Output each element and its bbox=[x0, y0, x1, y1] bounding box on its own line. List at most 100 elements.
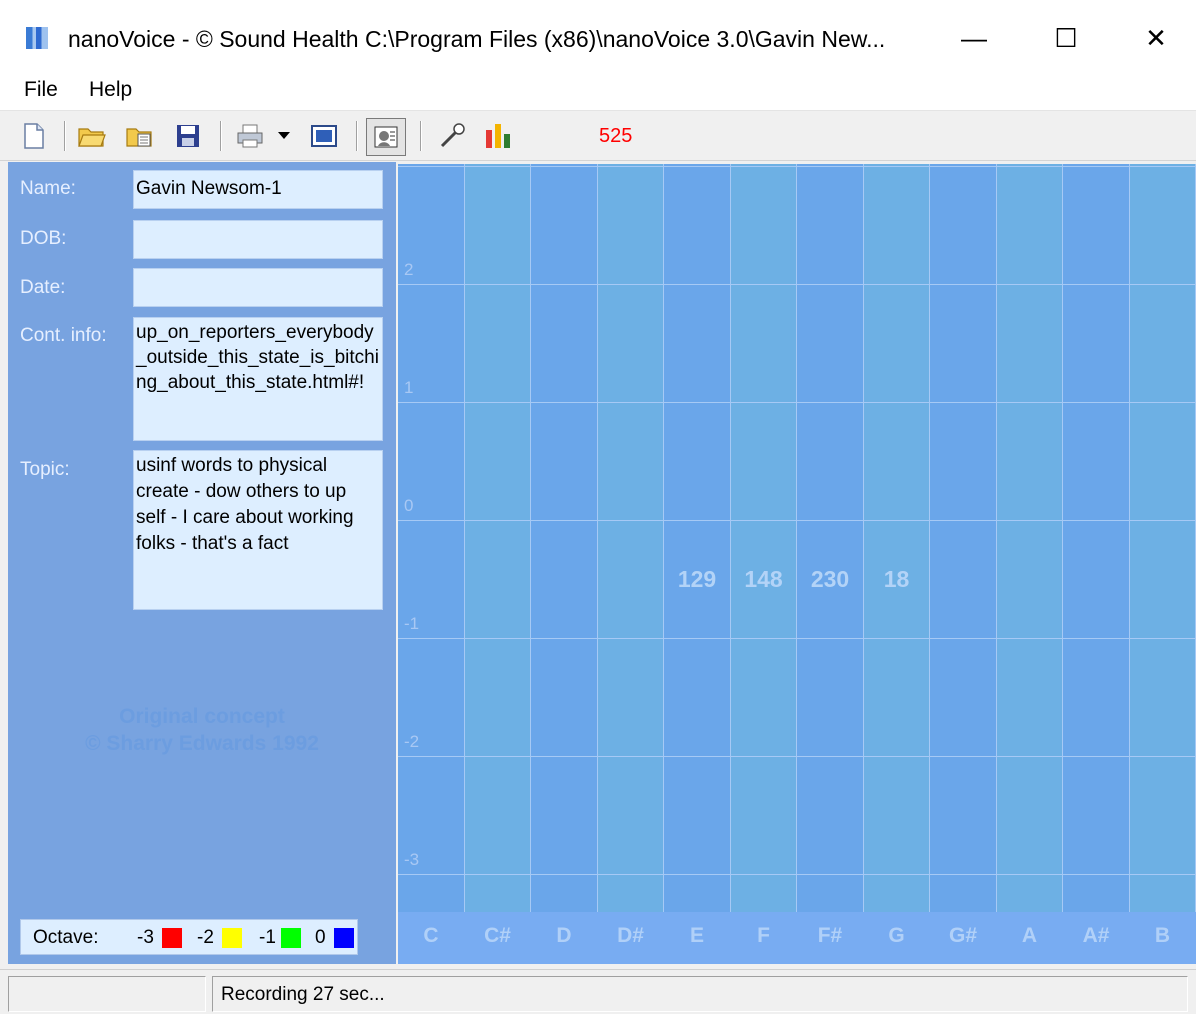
octave-value: -3 bbox=[137, 927, 154, 949]
grid-vline bbox=[597, 164, 598, 912]
patient-info-panel: Name: Gavin Newsom-1 DOB: Date: Cont. in… bbox=[8, 162, 396, 964]
grid-vline bbox=[1129, 164, 1130, 912]
grid-vline bbox=[996, 164, 997, 912]
note-value-label: 18 bbox=[864, 566, 930, 593]
y-axis-label: -2 bbox=[404, 732, 419, 752]
grid-hline bbox=[398, 874, 1196, 875]
octave-swatch-green bbox=[281, 928, 301, 948]
maximize-button[interactable]: ☐ bbox=[1036, 14, 1096, 62]
open-file-icon[interactable] bbox=[124, 120, 156, 152]
bar-chart-icon[interactable] bbox=[482, 120, 514, 152]
note-column bbox=[797, 164, 864, 912]
grid-hline bbox=[398, 284, 1196, 285]
grid-hline bbox=[398, 166, 1196, 167]
grid-vline bbox=[730, 164, 731, 912]
date-field[interactable] bbox=[133, 268, 383, 307]
grid-hline bbox=[398, 638, 1196, 639]
grid-vline bbox=[796, 164, 797, 912]
grid-vline bbox=[464, 164, 465, 912]
octave-value: -2 bbox=[197, 927, 214, 949]
date-label: Date: bbox=[20, 277, 65, 299]
frequency-grid: 2 1 0 -1 -2 -3 CC#DD#EFF#GG#AA#B 12914823018 bbox=[398, 164, 1196, 964]
note-label: C# bbox=[465, 924, 531, 948]
close-button[interactable]: ✕ bbox=[1126, 14, 1186, 62]
y-axis-label: 2 bbox=[404, 260, 413, 280]
print-icon[interactable] bbox=[234, 120, 266, 152]
note-label: G# bbox=[930, 924, 996, 948]
grid-vline bbox=[663, 164, 664, 912]
microphone-icon[interactable] bbox=[436, 120, 468, 152]
octave-swatch-yellow bbox=[222, 928, 242, 948]
octave-swatch-red bbox=[162, 928, 182, 948]
grid-hline bbox=[398, 520, 1196, 521]
dob-field[interactable] bbox=[133, 220, 383, 259]
note-label: D bbox=[531, 924, 597, 948]
note-column bbox=[930, 164, 997, 912]
voice-analysis-icon[interactable] bbox=[366, 118, 406, 156]
note-column bbox=[465, 164, 532, 912]
title-bar: nanoVoice - © Sound Health C:\Program Fi… bbox=[0, 0, 1196, 72]
note-value-label: 148 bbox=[731, 566, 797, 593]
note-column bbox=[1063, 164, 1130, 912]
note-column bbox=[598, 164, 665, 912]
menu-bar: File Help bbox=[0, 72, 1196, 111]
status-pane-main: Recording 27 sec... bbox=[212, 976, 1188, 1012]
new-document-icon[interactable] bbox=[18, 120, 50, 152]
note-label: E bbox=[664, 924, 730, 948]
menu-help[interactable]: Help bbox=[89, 78, 132, 102]
watermark-line2: © Sharry Edwards 1992 bbox=[8, 732, 396, 756]
grid-hline bbox=[398, 756, 1196, 757]
note-column bbox=[731, 164, 798, 912]
note-label: A# bbox=[1063, 924, 1129, 948]
sample-counter: 525 bbox=[599, 125, 632, 148]
grid-vline bbox=[863, 164, 864, 912]
grid-hline bbox=[398, 402, 1196, 403]
note-label: C bbox=[398, 924, 464, 948]
octave-label: Octave: bbox=[33, 927, 98, 949]
watermark-line1: Original concept bbox=[8, 705, 396, 729]
note-label: D# bbox=[598, 924, 664, 948]
octave-value: 0 bbox=[315, 927, 326, 949]
note-label: F# bbox=[797, 924, 863, 948]
grid-vline bbox=[530, 164, 531, 912]
open-folder-icon[interactable] bbox=[76, 120, 108, 152]
octave-swatch-blue bbox=[334, 928, 354, 948]
dob-label: DOB: bbox=[20, 228, 66, 250]
grid-vline bbox=[929, 164, 930, 912]
contact-info-label: Cont. info: bbox=[20, 325, 107, 347]
status-bar: Recording 27 sec... bbox=[0, 969, 1196, 1014]
name-field[interactable]: Gavin Newsom-1 bbox=[133, 170, 383, 209]
contact-info-field[interactable]: up_on_reporters_everybody_outside_this_s… bbox=[133, 317, 383, 441]
note-label: G bbox=[864, 924, 930, 948]
y-axis-label: 1 bbox=[404, 378, 413, 398]
topic-field[interactable]: usinf words to physical create - dow oth… bbox=[133, 450, 383, 610]
menu-file[interactable]: File bbox=[24, 78, 58, 102]
octave-legend: Octave: -3 -2 -1 0 bbox=[20, 919, 358, 955]
note-label: B bbox=[1130, 924, 1196, 948]
note-column bbox=[531, 164, 598, 912]
minimize-button[interactable]: — bbox=[944, 14, 1004, 62]
name-label: Name: bbox=[20, 178, 76, 200]
y-axis-label: -1 bbox=[404, 614, 419, 634]
y-axis-label: -3 bbox=[404, 850, 419, 870]
window-icon[interactable] bbox=[308, 120, 340, 152]
note-label: F bbox=[731, 924, 797, 948]
status-text: Recording 27 sec... bbox=[221, 984, 385, 1006]
status-pane-left bbox=[8, 976, 206, 1012]
window-title: nanoVoice - © Sound Health C:\Program Fi… bbox=[68, 26, 885, 53]
note-column bbox=[864, 164, 931, 912]
note-column bbox=[664, 164, 731, 912]
toolbar: 525 bbox=[0, 111, 1196, 161]
note-column bbox=[1130, 164, 1196, 912]
dropdown-arrow-icon[interactable] bbox=[274, 120, 294, 152]
save-icon[interactable] bbox=[172, 120, 204, 152]
topic-label: Topic: bbox=[20, 459, 70, 481]
y-axis-label: 0 bbox=[404, 496, 413, 516]
note-column bbox=[997, 164, 1064, 912]
note-label: A bbox=[997, 924, 1063, 948]
note-value-label: 129 bbox=[664, 566, 730, 593]
octave-value: -1 bbox=[259, 927, 276, 949]
grid-vline bbox=[1062, 164, 1063, 912]
note-value-label: 230 bbox=[797, 566, 863, 593]
app-icon bbox=[26, 27, 48, 49]
